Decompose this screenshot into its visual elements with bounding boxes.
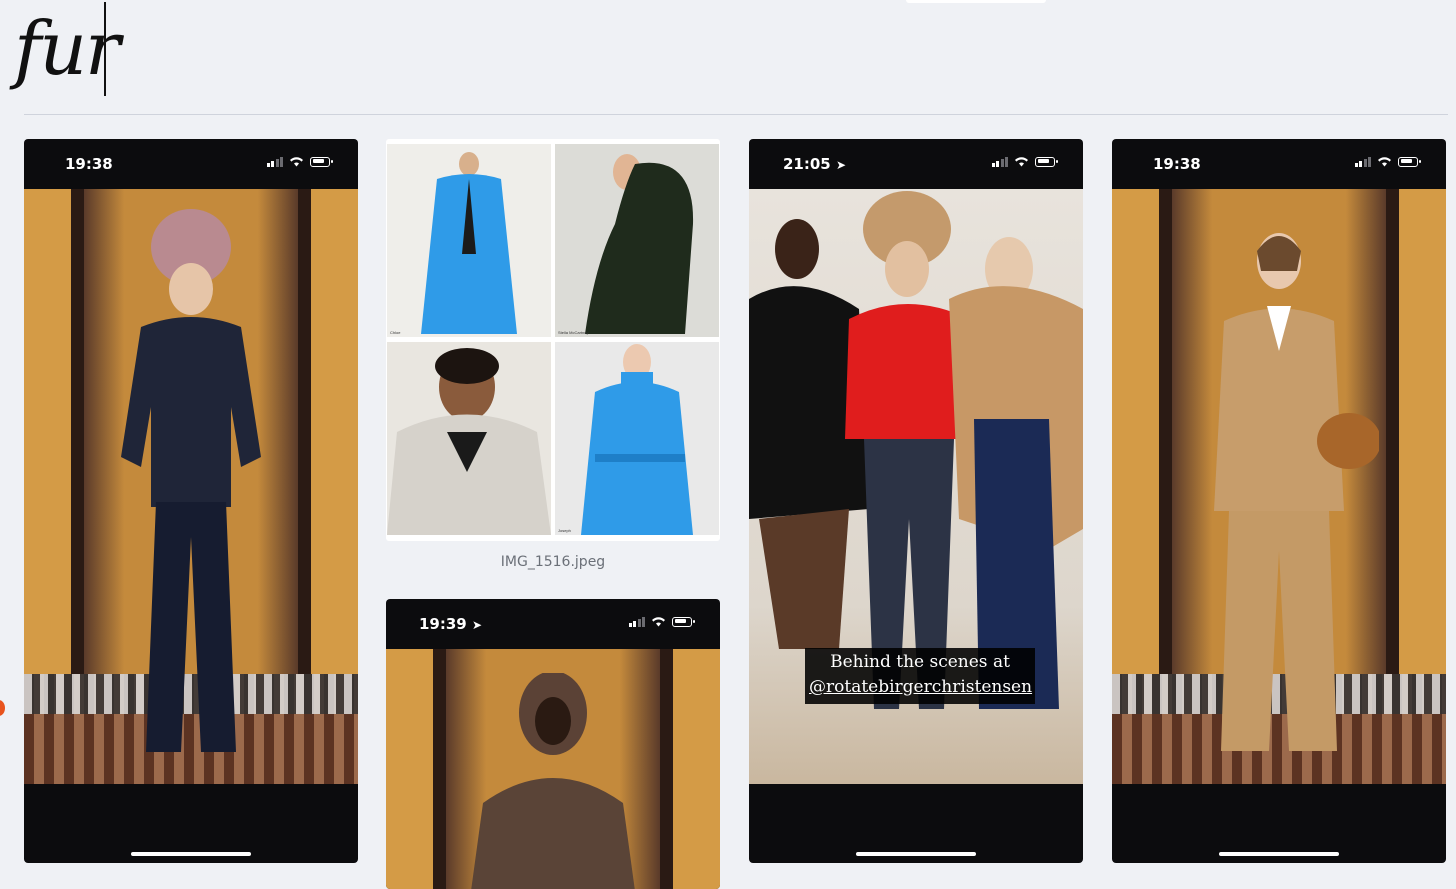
battery-icon	[672, 616, 695, 627]
model-figure	[471, 673, 635, 889]
collage-white-fur	[387, 342, 551, 535]
status-time: 21:05 ➤	[783, 155, 847, 173]
collage-blue-belted-coat: Joseph	[555, 342, 719, 535]
signal-icon	[991, 156, 1008, 167]
collage-label: Joseph	[558, 528, 571, 533]
home-indicator	[856, 852, 976, 856]
title-divider	[24, 114, 1448, 115]
signal-icon	[1354, 156, 1371, 167]
location-arrow-icon: ➤	[471, 618, 483, 632]
model-figure	[1214, 233, 1379, 751]
story-screenshot-2[interactable]: 19:39 ➤	[386, 599, 720, 889]
collage-label: Chloe	[390, 330, 401, 335]
wifi-icon	[652, 617, 665, 627]
status-bar: 19:38	[24, 139, 358, 189]
battery-icon	[310, 156, 333, 167]
fur-coat-collage[interactable]: Chloe Stella McCartney Joseph	[386, 139, 720, 541]
wifi-icon	[1015, 157, 1028, 167]
story-screenshot-4[interactable]: 19:38	[1112, 139, 1446, 863]
top-tab-indicator	[906, 0, 1046, 3]
wifi-icon	[1378, 157, 1391, 167]
home-indicator	[131, 852, 251, 856]
model-figure	[121, 209, 261, 752]
notification-dot	[0, 700, 5, 716]
collage-label: Stella McCartney	[558, 330, 589, 335]
runway-photo	[386, 649, 720, 889]
story-mention-link[interactable]: @rotatebirgerchristensen	[809, 675, 1032, 700]
story-screenshot-1[interactable]: 19:38	[24, 139, 358, 863]
battery-icon	[1398, 156, 1421, 167]
status-time: 19:39 ➤	[419, 615, 483, 633]
collage-green-hooded-coat: Stella McCartney	[555, 144, 719, 337]
signal-icon	[628, 616, 645, 627]
wifi-icon	[290, 157, 303, 167]
status-bar: 21:05 ➤	[749, 139, 1083, 189]
signal-icon	[266, 156, 283, 167]
text-caret	[104, 2, 106, 96]
battery-icon	[1035, 156, 1058, 167]
story-screenshot-3[interactable]: 21:05 ➤ Behind the scenes at @rotatebirg…	[749, 139, 1083, 863]
location-arrow-icon: ➤	[835, 158, 847, 172]
collage-filename: IMG_1516.jpeg	[500, 554, 606, 570]
status-bar: 19:38	[1112, 139, 1446, 189]
home-indicator	[1219, 852, 1339, 856]
story-caption: Behind the scenes at @rotatebirgerchrist…	[805, 648, 1035, 704]
collage-blue-coat: Chloe	[387, 144, 551, 337]
status-bar: 19:39 ➤	[386, 599, 720, 649]
runway-photo	[1112, 189, 1446, 784]
backstage-photo: Behind the scenes at @rotatebirgerchrist…	[749, 189, 1083, 784]
status-time: 19:38	[1153, 155, 1201, 173]
story-caption-line1: Behind the scenes at	[830, 652, 1010, 672]
runway-photo	[24, 189, 358, 784]
board-title[interactable]: fur	[14, 4, 120, 94]
status-time: 19:38	[65, 155, 113, 173]
